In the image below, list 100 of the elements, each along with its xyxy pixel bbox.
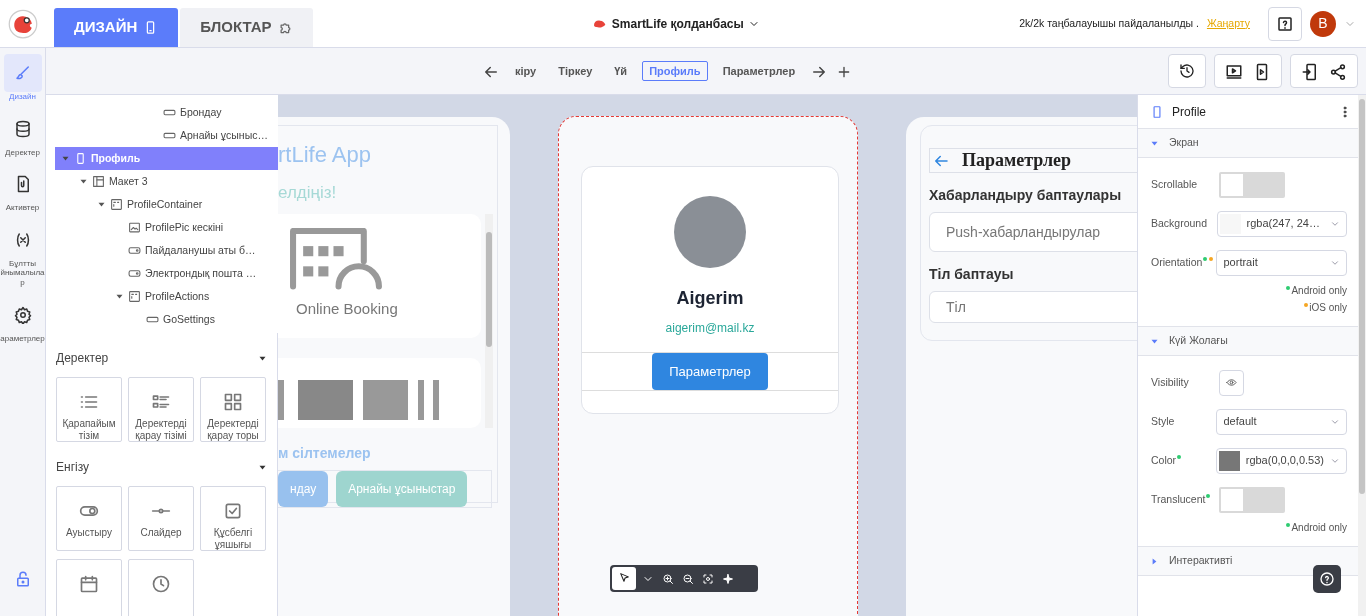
sidebar-item[interactable]: Бұлтты йнымалылар: [0, 220, 46, 296]
tree-item[interactable]: GoSettings: [55, 308, 278, 331]
checkbox-icon: [223, 501, 243, 521]
scrollbar[interactable]: [485, 213, 493, 428]
tree-item[interactable]: ProfileContainer: [55, 193, 278, 216]
sparkle-icon: [722, 572, 734, 585]
database-icon: [13, 119, 32, 138]
sidebar-item[interactable]: араметрлер: [0, 295, 46, 352]
toggle-switch[interactable]: [1219, 171, 1285, 198]
sidebar-item[interactable]: Активтер: [0, 165, 46, 221]
visibility-button[interactable]: [1219, 369, 1244, 396]
widget-tile[interactable]: [56, 559, 122, 616]
field-label: Color: [1151, 453, 1177, 466]
toolbar-button[interactable]: [660, 572, 676, 585]
history-icon: [1179, 63, 1195, 79]
platform-note: iOS only: [1309, 301, 1347, 315]
links-heading: м сілтемелер: [278, 444, 372, 463]
color-select-field[interactable]: rgba(0,0,0,0.53): [1215, 447, 1347, 474]
text-field-icon: [128, 244, 141, 257]
page-tab[interactable]: Тіркеу: [551, 60, 600, 82]
section-header[interactable]: Күй Жолағы: [1138, 326, 1359, 356]
user-name: Aigerim: [676, 287, 744, 310]
select-field[interactable]: default: [1216, 408, 1347, 435]
phone-icon: [74, 152, 87, 165]
user-email: aigerim@mail.kz: [665, 320, 755, 337]
tree-item[interactable]: ProfileActions: [55, 285, 278, 308]
section-heading: Деректер: [56, 350, 109, 367]
toolbar-button[interactable]: [700, 572, 716, 585]
page-tab[interactable]: кіру: [507, 60, 544, 82]
container-icon: [110, 198, 123, 211]
play-screen-icon: [1225, 62, 1243, 81]
tree-item[interactable]: Арнайы ұсыныс…: [55, 124, 278, 147]
widget-tile[interactable]: Құсбелгі ұяшығы: [200, 486, 266, 551]
lock-icon: [14, 570, 32, 588]
zoom-out-icon: [682, 572, 694, 585]
mascot-logo: [8, 9, 38, 39]
tree-item[interactable]: Брондау: [55, 101, 278, 124]
project-dropdown[interactable]: SmartLife қолданбасы: [591, 14, 760, 33]
welcome-text: елдіңіз!: [278, 182, 338, 204]
widget-tile[interactable]: Қарапайым тізім: [56, 377, 122, 442]
focus-icon: [702, 572, 714, 585]
field-label: Scrollable: [1151, 177, 1198, 190]
platform-note: Android only: [1291, 521, 1347, 535]
settings-icon: [13, 305, 32, 324]
eye-icon: [1226, 377, 1237, 388]
section-label: Хабарландыру баптаулары: [929, 186, 1123, 205]
phone-icon: [1150, 104, 1164, 119]
section-header[interactable]: Экран: [1138, 128, 1359, 158]
tree-item[interactable]: ProfilePic кескіні: [55, 216, 278, 239]
tree-item[interactable]: Электрондық пошта …: [55, 262, 278, 285]
question-icon: [1276, 14, 1294, 33]
platform-note: Android only: [1291, 284, 1347, 298]
widget-tile[interactable]: Ауыстыру: [56, 486, 122, 551]
settings-button[interactable]: Параметрлер: [652, 353, 768, 390]
zoom-in-icon: [662, 572, 674, 585]
tree-item[interactable]: Макет 3: [55, 170, 278, 193]
image-icon: [128, 221, 141, 234]
field-label: Background: [1151, 216, 1208, 229]
page-tab[interactable]: Параметрлер: [715, 60, 803, 82]
brush-icon: [13, 64, 32, 82]
scrollbar[interactable]: [1358, 95, 1366, 616]
field-label: Orientation: [1151, 255, 1203, 268]
question-sparkle-icon: [1319, 571, 1335, 587]
widget-tile[interactable]: [128, 559, 194, 616]
language-field[interactable]: Тіл: [929, 291, 1137, 323]
clock-icon: [151, 574, 171, 594]
text-field-icon: [128, 267, 141, 280]
card-label: Online Booking: [296, 298, 399, 319]
section-header[interactable]: Интерактивті: [1138, 546, 1359, 576]
panel-title: Profile: [1172, 103, 1207, 121]
pointer-tool-button[interactable]: [612, 567, 636, 590]
screen-title: Параметрлер: [962, 149, 1071, 172]
mode-tab[interactable]: БЛОКТАР: [180, 8, 313, 47]
tree-item[interactable]: Пайдаланушы аты б…: [55, 239, 278, 262]
select-field[interactable]: portrait: [1216, 249, 1347, 276]
usage-notice: 2k/2k таңбалауышы пайдаланылды .: [1019, 15, 1199, 31]
phone-import-icon: [1301, 62, 1319, 81]
toolbar-button[interactable]: [680, 572, 696, 585]
toolbar-button[interactable]: [720, 572, 736, 585]
widget-tile[interactable]: Деректерді қарау тізімі: [128, 377, 194, 442]
help-button[interactable]: [1268, 6, 1302, 41]
mode-tab[interactable]: ДИЗАЙН: [54, 8, 179, 47]
widget-tile[interactable]: Деректерді қарау торы: [200, 377, 266, 442]
puzzle-icon: [277, 20, 293, 35]
app-title: rtLife App: [278, 144, 372, 166]
share-icon: [1329, 62, 1347, 81]
widget-tile[interactable]: Слайдер: [128, 486, 194, 551]
avatar[interactable]: B: [1310, 10, 1336, 37]
section-heading: Енгізу: [56, 459, 90, 476]
settings-field[interactable]: Push-хабарландырулар: [929, 212, 1137, 252]
sidebar-item[interactable]: Деректер: [0, 109, 46, 166]
color-select-field[interactable]: rgba(247, 24…: [1216, 210, 1347, 237]
cursor-icon: [617, 572, 631, 585]
history-button[interactable]: [1168, 54, 1206, 88]
toggle-switch[interactable]: [1219, 486, 1285, 513]
container-icon: [128, 290, 141, 303]
calendar-icon: [79, 574, 99, 594]
page-tab[interactable]: Үй: [607, 60, 635, 82]
help-assistant-button[interactable]: [1313, 565, 1341, 593]
section-label: Тіл баптауы: [929, 265, 1015, 284]
